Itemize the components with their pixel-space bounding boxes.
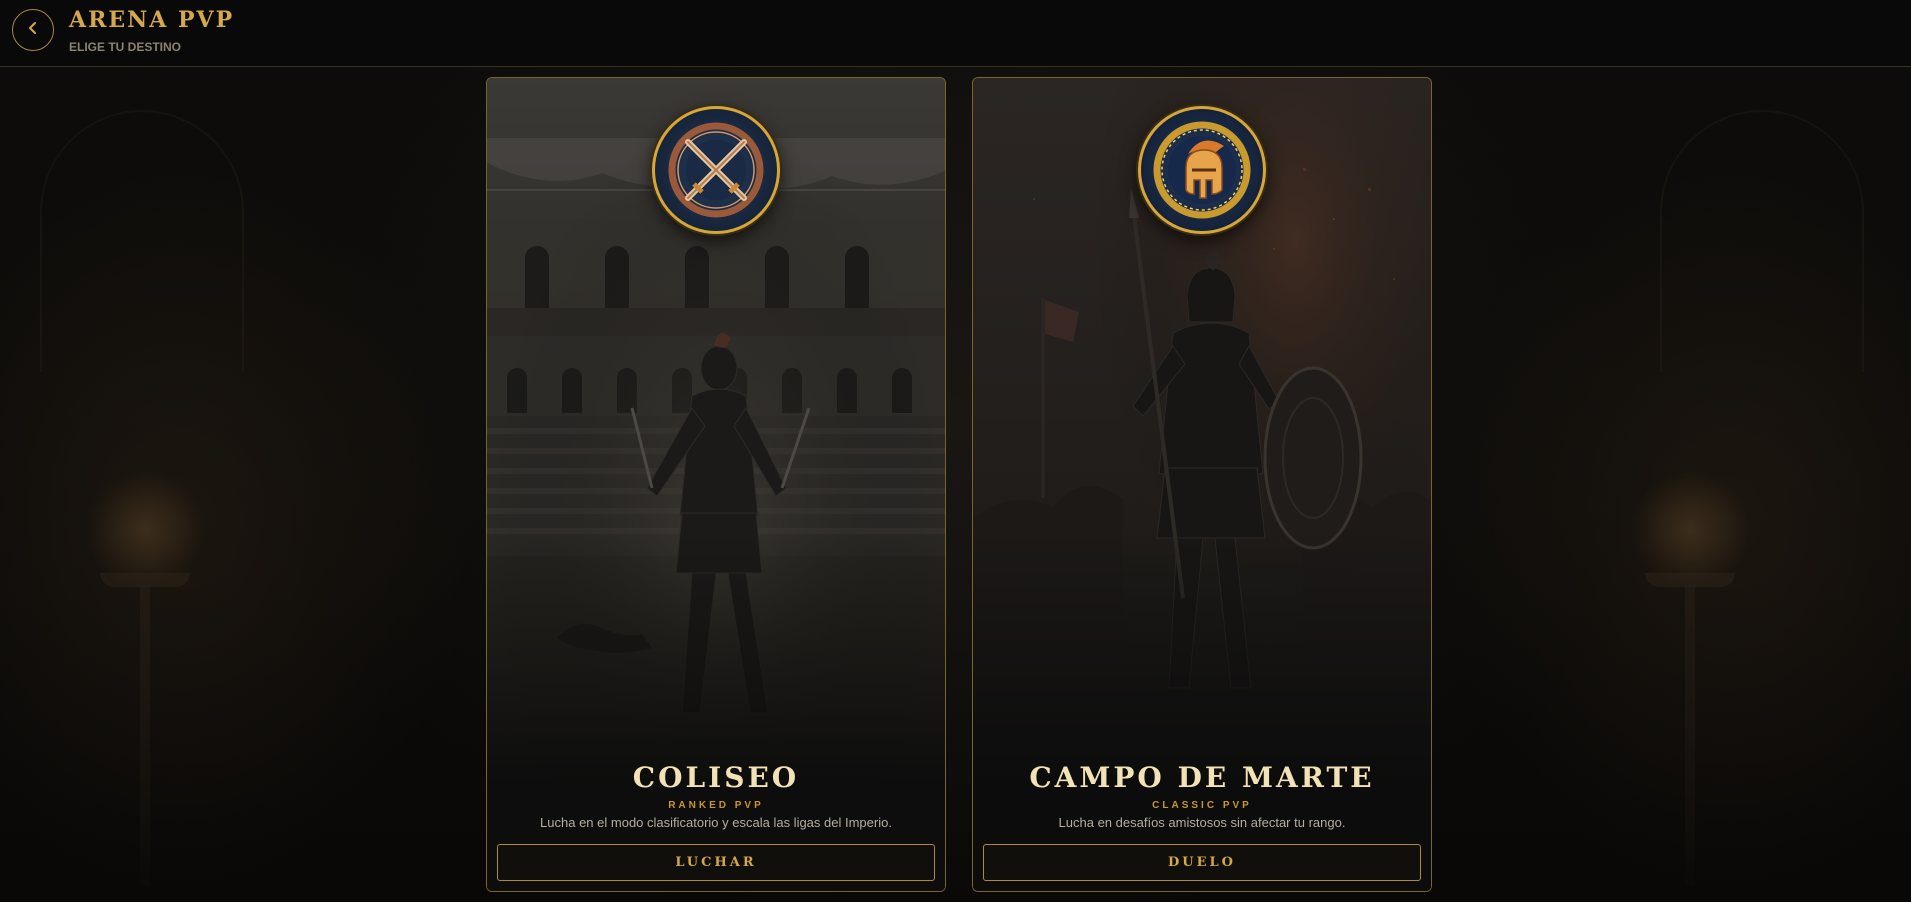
top-bar: ARENA PVP ELIGE TU DESTINO bbox=[0, 0, 1911, 67]
mode-description: Lucha en el modo clasificatorio y escala… bbox=[540, 815, 892, 830]
back-button[interactable] bbox=[12, 9, 54, 51]
mode-label: CLASSIC PVP bbox=[1152, 800, 1252, 811]
page-subtitle: ELIGE TU DESTINO bbox=[69, 40, 182, 54]
fight-button[interactable]: LUCHAR bbox=[497, 844, 935, 881]
card-title: COLISEO bbox=[632, 761, 800, 794]
arena-pvp-screen: ARENA PVP ELIGE TU DESTINO COLISEO RANKE… bbox=[0, 0, 1911, 902]
duel-button[interactable]: DUELO bbox=[983, 844, 1421, 881]
crossed-swords-icon bbox=[652, 106, 780, 234]
chevron-left-icon bbox=[25, 20, 41, 41]
card-title: CAMPO DE MARTE bbox=[1029, 761, 1375, 794]
mode-card-coliseo[interactable]: COLISEO RANKED PVP Lucha en el modo clas… bbox=[486, 77, 946, 892]
mode-label: RANKED PVP bbox=[668, 800, 764, 811]
spartan-helmet-icon bbox=[1138, 106, 1266, 234]
card-fade-overlay bbox=[973, 531, 1431, 891]
mode-card-campo-de-marte[interactable]: CAMPO DE MARTE CLASSIC PVP Lucha en desa… bbox=[972, 77, 1432, 892]
page-title: ARENA PVP bbox=[69, 7, 235, 33]
mode-description: Lucha en desafíos amistosos sin afectar … bbox=[1058, 815, 1346, 830]
card-fade-overlay bbox=[487, 531, 945, 891]
